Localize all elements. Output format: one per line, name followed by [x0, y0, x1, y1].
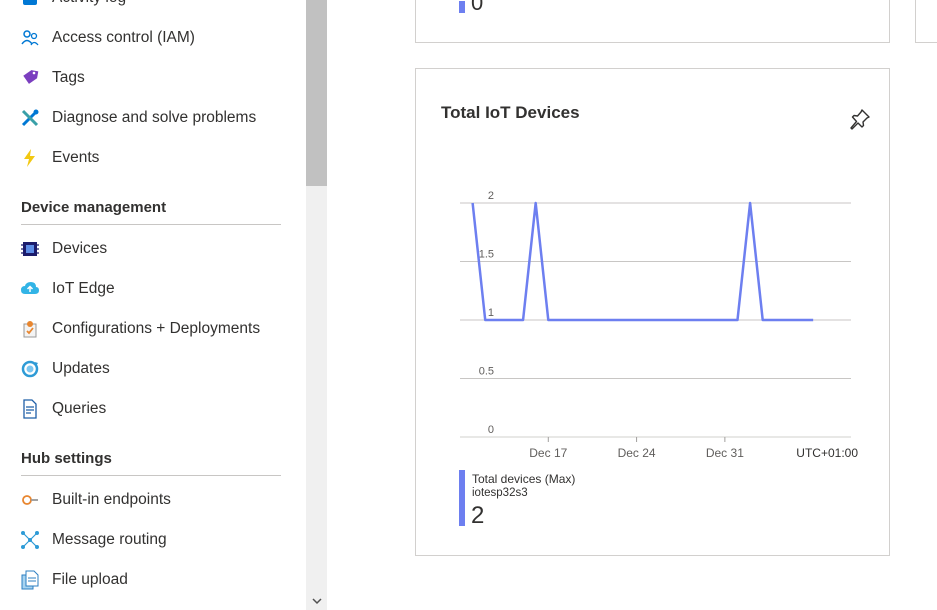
configurations-icon: [20, 319, 40, 339]
sidebar-item-label: Access control (IAM): [52, 29, 195, 46]
scrollbar-thumb[interactable]: [306, 0, 327, 186]
sidebar-item-label: Updates: [52, 360, 110, 377]
metric-tile-right[interactable]: [915, 0, 937, 43]
sidebar-item-updates[interactable]: Updates: [0, 349, 300, 389]
pin-icon[interactable]: [848, 107, 872, 131]
y-tick-label: 0: [488, 424, 494, 436]
y-tick-label: 2: [488, 190, 494, 202]
sidebar-item-label: Diagnose and solve problems: [52, 109, 257, 126]
legend-value: 2: [471, 502, 485, 529]
sidebar-item-label: Events: [52, 149, 100, 166]
x-tick-label: Dec 31: [706, 446, 744, 460]
timezone-label: UTC+01:00: [796, 446, 858, 460]
sidebar-item-queries[interactable]: Queries: [0, 389, 300, 429]
total-iot-devices-tile[interactable]: Total IoT Devices 0 0.5 1 1.5 2 Dec 17 Dec 24 D…: [415, 68, 890, 556]
diagnose-icon: [20, 108, 40, 128]
events-icon: [20, 148, 40, 168]
metric-tile-top[interactable]: 0: [415, 0, 890, 43]
scroll-down-arrow-icon[interactable]: [306, 593, 327, 610]
sidebar-item-label: Tags: [52, 69, 85, 86]
y-tick-label: 0.5: [479, 366, 494, 378]
section-device-management: Device management: [21, 199, 281, 225]
legend-resource-name: iotesp32s3: [472, 487, 528, 499]
sidebar-item-file-upload[interactable]: File upload: [0, 560, 300, 600]
sidebar-item-label: Built-in endpoints: [52, 491, 171, 508]
sidebar-item-label: IoT Edge: [52, 280, 115, 297]
x-tick-label: Dec 17: [529, 446, 567, 460]
iot-edge-icon: [20, 279, 40, 299]
line-chart: 0 0.5 1 1.5 2 Dec 17 Dec 24 Dec 31 UTC+01:00: [460, 190, 858, 460]
file-upload-icon: [20, 570, 40, 590]
sidebar-scrollbar[interactable]: [306, 0, 327, 610]
sidebar-item-diagnose-and-solve-problems[interactable]: Diagnose and solve problems: [0, 98, 300, 138]
sidebar-item-label: Activity log: [52, 0, 126, 7]
legend-color-bar: [459, 470, 465, 526]
activity-log-icon: [20, 0, 40, 8]
x-tick-label: Dec 24: [618, 446, 656, 460]
sidebar-item-label: Queries: [52, 400, 107, 417]
sidebar-item-label: Message routing: [52, 531, 167, 548]
sidebar-item-label: Devices: [52, 240, 108, 257]
sidebar-item-label: File upload: [52, 571, 128, 588]
y-tick-label: 1: [488, 307, 494, 319]
sidebar-item-configurations-deployments[interactable]: Configurations + Deployments: [0, 309, 300, 349]
y-tick-label: 1.5: [479, 249, 494, 261]
routing-icon: [20, 530, 40, 550]
metric-value: 0: [471, 0, 484, 15]
legend-color-bar: [459, 1, 465, 13]
updates-icon: [20, 359, 40, 379]
tag-icon: [20, 68, 40, 88]
sidebar: Activity log Access control (IAM) Tags Diag…: [0, 0, 306, 610]
endpoints-icon: [20, 490, 40, 510]
sidebar-item-iot-edge[interactable]: IoT Edge: [0, 269, 300, 309]
queries-icon: [20, 399, 40, 419]
sidebar-item-events[interactable]: Events: [0, 138, 300, 178]
tile-title: Total IoT Devices: [441, 103, 580, 122]
section-hub-settings: Hub settings: [21, 450, 281, 476]
sidebar-item-devices[interactable]: Devices: [0, 229, 300, 269]
iam-icon: [20, 28, 40, 48]
sidebar-item-access-control-iam[interactable]: Access control (IAM): [0, 18, 300, 58]
sidebar-item-label: Configurations + Deployments: [52, 320, 261, 337]
sidebar-item-built-in-endpoints[interactable]: Built-in endpoints: [0, 480, 300, 520]
sidebar-item-message-routing[interactable]: Message routing: [0, 520, 300, 560]
sidebar-item-tags[interactable]: Tags: [0, 58, 300, 98]
devices-icon: [20, 239, 40, 259]
sidebar-item-activity-log[interactable]: Activity log: [0, 0, 300, 18]
legend-series-name: Total devices (Max): [472, 472, 576, 486]
